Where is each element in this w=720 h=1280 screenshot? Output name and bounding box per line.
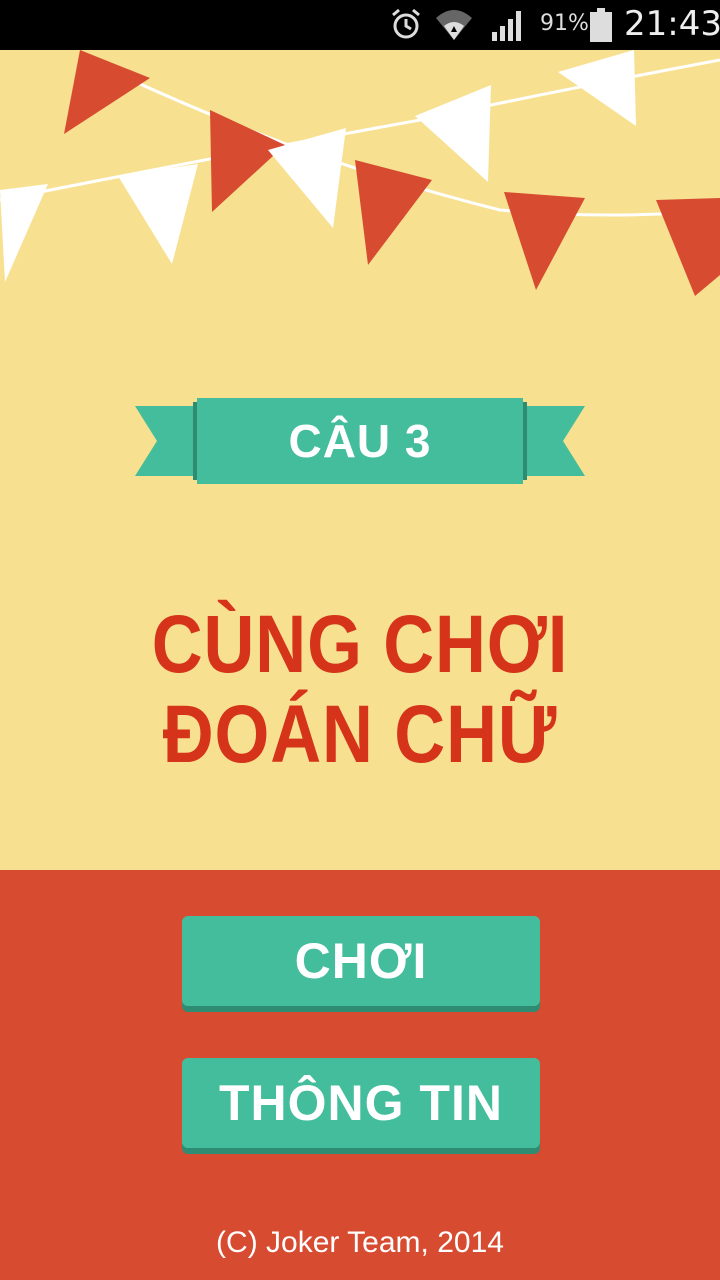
play-button[interactable]: CHƠI (182, 916, 540, 1006)
signal-icon (492, 11, 521, 41)
info-button[interactable]: THÔNG TIN (182, 1058, 540, 1148)
level-label: CÂU 3 (288, 415, 432, 467)
status-bar: 91% 21:43 (0, 0, 720, 50)
battery-percent: 91% (540, 11, 589, 36)
title-line-1: CÙNG CHƠI (151, 599, 569, 690)
title-line-2: ĐOÁN CHỮ (162, 689, 558, 780)
wifi-icon (436, 10, 472, 40)
copyright-text: (C) Joker Team, 2014 (216, 1226, 504, 1259)
game-title: CÙNG CHƠI ĐOÁN CHỮ (50, 600, 669, 780)
alarm-icon (392, 8, 420, 39)
clock: 21:43 (624, 4, 720, 44)
bunting-decoration (0, 50, 720, 296)
battery-icon (590, 8, 612, 42)
